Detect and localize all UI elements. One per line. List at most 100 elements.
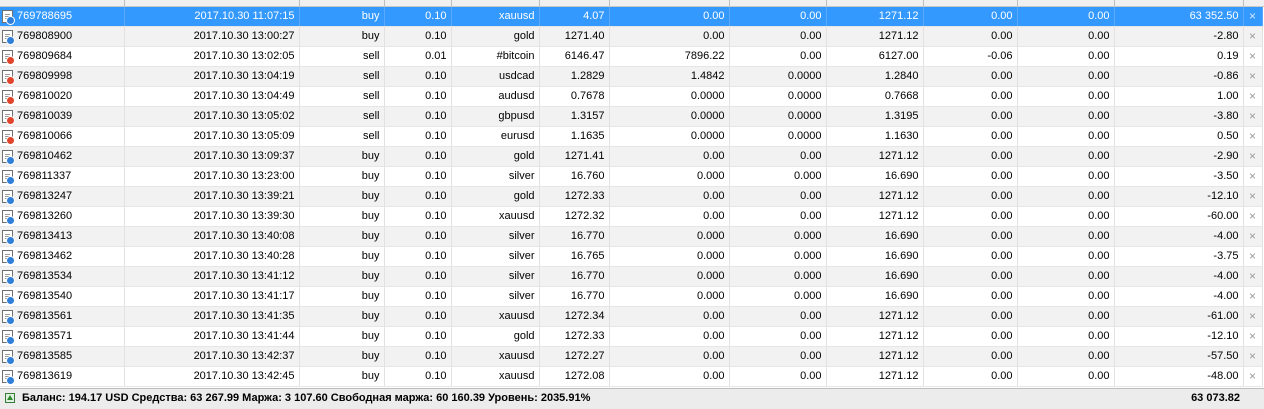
cur-price-cell: 1271.12 [826, 346, 924, 367]
size-cell: 0.10 [384, 346, 452, 367]
table-row[interactable]: 769810020 2017.10.30 13:04:49 sell 0.10 audu… [0, 86, 1263, 107]
table-row[interactable]: 769788695 2017.10.30 11:07:15 buy 0.10 xauus… [0, 7, 1263, 27]
sell-marker-icon [6, 95, 15, 105]
close-icon[interactable]: × [1243, 186, 1263, 207]
swap-cell: 0.00 [1017, 306, 1115, 327]
table-row[interactable]: 769813540 2017.10.30 13:41:17 buy 0.10 silve… [0, 286, 1263, 307]
close-icon[interactable]: × [1243, 326, 1263, 347]
close-icon[interactable]: × [1243, 7, 1263, 27]
tp-cell: 0.00 [729, 306, 827, 327]
swap-cell: 0.00 [1017, 346, 1115, 367]
buy-marker-icon [6, 195, 15, 205]
table-row[interactable]: 769810066 2017.10.30 13:05:09 sell 0.10 euru… [0, 126, 1263, 147]
close-icon[interactable]: × [1243, 226, 1263, 247]
table-row[interactable]: 769809998 2017.10.30 13:04:19 sell 0.10 usdc… [0, 66, 1263, 87]
document-icon [2, 69, 15, 85]
swap-cell: 0.00 [1017, 326, 1115, 347]
table-row[interactable]: 769813247 2017.10.30 13:39:21 buy 0.10 gold 1… [0, 186, 1263, 207]
sl-cell: 0.000 [609, 286, 730, 307]
commission-cell: 0.00 [923, 346, 1018, 367]
ticket-cell: 769810020 [0, 86, 125, 107]
price-cell: 6146.47 [539, 46, 610, 67]
profit-cell: -57.50 [1114, 346, 1244, 367]
table-row[interactable]: 769809684 2017.10.30 13:02:05 sell 0.01 #bit… [0, 46, 1263, 67]
close-icon[interactable]: × [1243, 86, 1263, 107]
profit-cell: 0.19 [1114, 46, 1244, 67]
close-icon[interactable]: × [1243, 126, 1263, 147]
table-row[interactable]: 769813571 2017.10.30 13:41:44 buy 0.10 gold 1… [0, 326, 1263, 347]
close-icon[interactable]: × [1243, 66, 1263, 87]
ticket-cell: 769813534 [0, 266, 125, 287]
close-icon[interactable]: × [1243, 166, 1263, 187]
size-cell: 0.10 [384, 186, 452, 207]
document-icon [2, 109, 15, 125]
document-icon [2, 289, 15, 305]
swap-cell: 0.00 [1017, 226, 1115, 247]
total-profit: 63 073.82 [1191, 392, 1240, 404]
cur-price-cell: 1271.12 [826, 326, 924, 347]
table-row[interactable]: 769813260 2017.10.30 13:39:30 buy 0.10 xauus… [0, 206, 1263, 227]
table-row[interactable]: 769813534 2017.10.30 13:41:12 buy 0.10 silve… [0, 266, 1263, 287]
close-icon[interactable]: × [1243, 266, 1263, 287]
sell-marker-icon [6, 55, 15, 65]
cur-price-cell: 6127.00 [826, 46, 924, 67]
tp-cell: 0.00 [729, 146, 827, 167]
sl-cell: 0.0000 [609, 126, 730, 147]
close-icon[interactable]: × [1243, 46, 1263, 67]
table-row[interactable]: 769810462 2017.10.30 13:09:37 buy 0.10 gold 1… [0, 146, 1263, 167]
ticket-number: 769813571 [17, 330, 73, 342]
commission-cell: 0.00 [923, 126, 1018, 147]
buy-marker-icon [6, 355, 15, 365]
price-cell: 4.07 [539, 7, 610, 27]
close-icon[interactable]: × [1243, 366, 1263, 387]
close-icon[interactable]: × [1243, 26, 1263, 47]
symbol-cell: silver [451, 166, 540, 187]
close-icon[interactable]: × [1243, 246, 1263, 267]
symbol-cell: #bitcoin [451, 46, 540, 67]
time-cell: 2017.10.30 13:23:00 [124, 166, 300, 187]
table-row[interactable]: 769813413 2017.10.30 13:40:08 buy 0.10 silve… [0, 226, 1263, 247]
ticket-number: 769813247 [17, 190, 73, 202]
close-icon[interactable]: × [1243, 106, 1263, 127]
table-row[interactable]: 769810039 2017.10.30 13:05:02 sell 0.10 gbpu… [0, 106, 1263, 127]
type-cell: buy [299, 166, 385, 187]
close-icon[interactable]: × [1243, 346, 1263, 367]
column-header-strip[interactable] [0, 0, 1264, 7]
size-cell: 0.10 [384, 366, 452, 387]
table-row[interactable]: 769811337 2017.10.30 13:23:00 buy 0.10 silve… [0, 166, 1263, 187]
tp-cell: 0.00 [729, 366, 827, 387]
profit-cell: -12.10 [1114, 326, 1244, 347]
swap-cell: 0.00 [1017, 146, 1115, 167]
table-row[interactable]: 769813585 2017.10.30 13:42:37 buy 0.10 xauus… [0, 346, 1263, 367]
table-row[interactable]: 769813462 2017.10.30 13:40:28 buy 0.10 silve… [0, 246, 1263, 267]
close-icon[interactable]: × [1243, 206, 1263, 227]
close-icon[interactable]: × [1243, 286, 1263, 307]
sl-cell: 0.00 [609, 26, 730, 47]
tp-cell: 0.000 [729, 246, 827, 267]
type-cell: buy [299, 7, 385, 27]
ticket-cell: 769813247 [0, 186, 125, 207]
ticket-cell: 769809998 [0, 66, 125, 87]
table-row[interactable]: 769813619 2017.10.30 13:42:45 buy 0.10 xauus… [0, 366, 1263, 387]
commission-cell: 0.00 [923, 106, 1018, 127]
ticket-cell: 769813619 [0, 366, 125, 387]
tp-cell: 0.00 [729, 326, 827, 347]
price-cell: 16.760 [539, 166, 610, 187]
profit-cell: -4.00 [1114, 286, 1244, 307]
table-row[interactable]: 769813561 2017.10.30 13:41:35 buy 0.10 xauus… [0, 306, 1263, 327]
size-cell: 0.10 [384, 206, 452, 227]
time-cell: 2017.10.30 13:05:02 [124, 106, 300, 127]
document-icon [2, 29, 15, 45]
sl-cell: 0.00 [609, 186, 730, 207]
tp-cell: 0.000 [729, 266, 827, 287]
price-cell: 1.3157 [539, 106, 610, 127]
close-icon[interactable]: × [1243, 306, 1263, 327]
cur-price-cell: 0.7668 [826, 86, 924, 107]
swap-cell: 0.00 [1017, 266, 1115, 287]
ticket-number: 769808900 [17, 30, 73, 42]
table-row[interactable]: 769808900 2017.10.30 13:00:27 buy 0.10 gold 1… [0, 26, 1263, 47]
price-cell: 1272.27 [539, 346, 610, 367]
profit-cell: -48.00 [1114, 366, 1244, 387]
commission-cell: -0.06 [923, 46, 1018, 67]
close-icon[interactable]: × [1243, 146, 1263, 167]
